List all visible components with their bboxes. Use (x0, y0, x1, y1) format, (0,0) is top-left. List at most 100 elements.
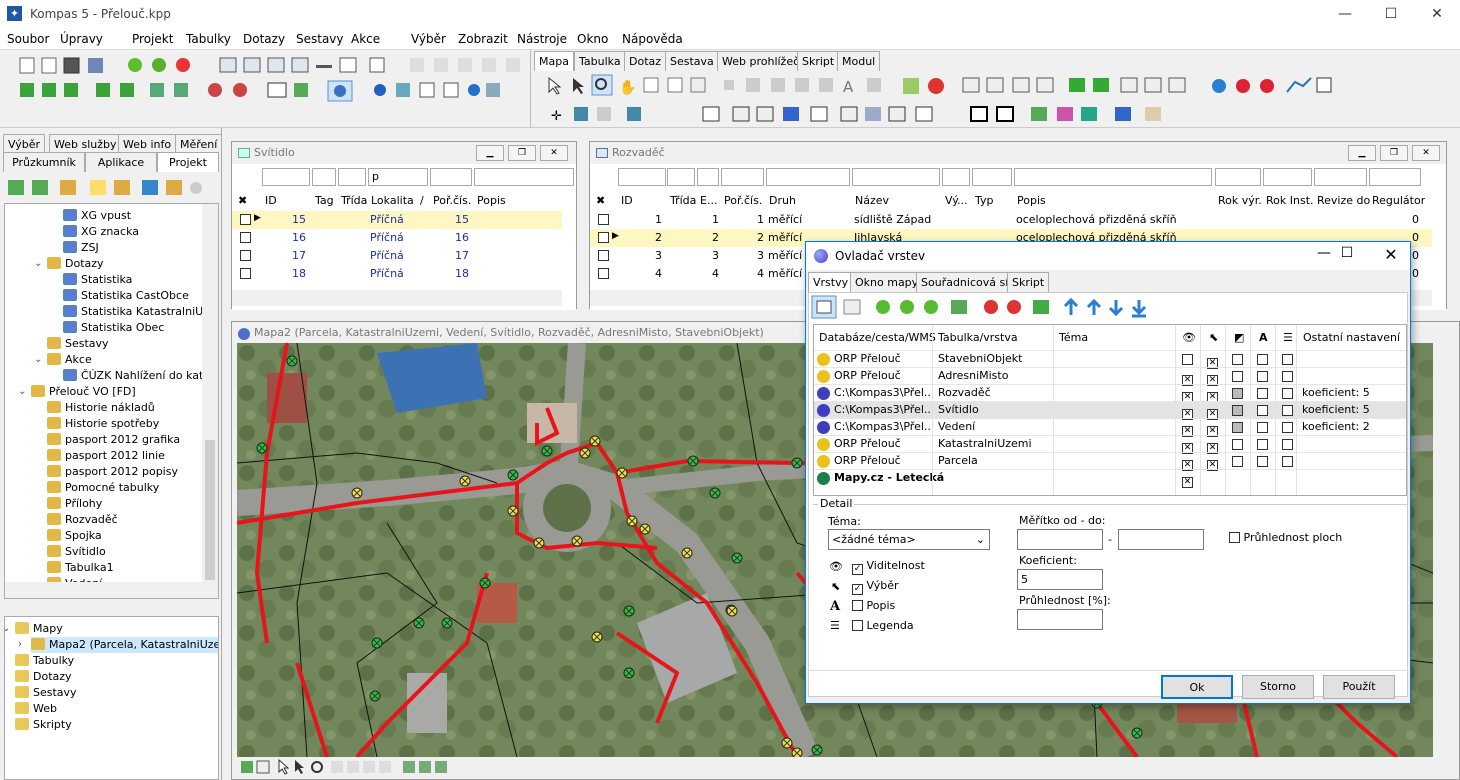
checkbox-unchecked[interactable] (1257, 354, 1268, 365)
filter-box[interactable] (667, 168, 695, 186)
tree-item[interactable]: XG vpust (63, 208, 131, 224)
tree-item[interactable]: ⌄ Dotazy (34, 256, 104, 272)
filter-box[interactable] (697, 168, 719, 186)
layer-row[interactable]: ORP Přelouč Parcela ✕ ✕ (814, 452, 1406, 471)
layers-grid[interactable]: Databáze/cesta/WMS Tabulka/vrstva Téma 👁… (813, 324, 1407, 496)
menu-vyber[interactable]: Výběr (411, 32, 446, 46)
tab-dotaz[interactable]: Dotaz (624, 51, 667, 71)
tab-tabulka[interactable]: Tabulka (574, 51, 626, 71)
checkbox-unchecked[interactable] (1182, 354, 1193, 365)
menu-nastroje[interactable]: Nástroje (517, 32, 567, 46)
menu-sestavy[interactable]: Sestavy (296, 32, 344, 46)
tree-item[interactable]: Svítidlo (47, 544, 106, 560)
tree-item[interactable]: ZSJ (63, 240, 99, 256)
filter-por[interactable] (430, 168, 472, 186)
ok-button[interactable]: Ok (1161, 675, 1233, 699)
menu-napoveda[interactable]: Nápověda (622, 32, 683, 46)
tree-item[interactable]: Web (15, 701, 57, 717)
checkbox-unchecked[interactable] (1232, 371, 1243, 382)
tab-pruzkumnik[interactable]: Průzkumník (3, 152, 85, 172)
row-checkbox[interactable] (598, 250, 609, 261)
header-tag[interactable]: Tag (313, 192, 334, 210)
checkbox-unchecked[interactable] (1257, 456, 1268, 467)
tab-mapa[interactable]: Mapa (534, 51, 574, 71)
layer-toolbar[interactable] (811, 295, 1401, 321)
menu-upravy[interactable]: Úpravy (60, 32, 103, 46)
window-minimize-button[interactable]: ▁ (476, 145, 504, 161)
filter-lokalita[interactable]: p (368, 168, 428, 186)
filter-id[interactable] (262, 168, 310, 186)
tab-okno-mapy[interactable]: Okno mapy (850, 272, 924, 292)
tab-web-info[interactable]: Web info (118, 134, 177, 154)
tab-web-prohlizec[interactable]: Web prohlížeč (717, 51, 805, 71)
chevron-right-icon[interactable]: › (5, 653, 6, 669)
tab-vrstvy[interactable]: Vrstvy (808, 272, 854, 292)
tab-aplikace[interactable]: Aplikace (85, 152, 157, 172)
tab-vyber[interactable]: Výběr (3, 134, 46, 154)
legenda-checkbox[interactable]: Legenda (852, 619, 914, 632)
checkbox-unchecked[interactable] (1282, 439, 1293, 450)
svitidlo-grid[interactable]: p ✖ ID Tag Třída Lokalita / Poř.čís. Pop… (232, 164, 576, 310)
column-header[interactable]: Revize do (1315, 192, 1370, 210)
table-row[interactable]: 17 Příčná 17 (232, 247, 562, 265)
pruhlednost-ploch-checkbox[interactable]: Průhlednost ploch (1229, 531, 1342, 544)
close-button[interactable]: ✕ (1414, 0, 1460, 28)
svitidlo-hscrollbar[interactable] (232, 290, 562, 306)
column-header[interactable]: Třída (668, 192, 696, 210)
tree-item[interactable]: Statistika (63, 272, 132, 288)
tree-item[interactable]: XG znacka (63, 224, 139, 240)
tree-item[interactable]: Statistika KatastralniUze (63, 304, 216, 320)
pouzit-button[interactable]: Použít (1323, 675, 1395, 699)
column-header[interactable]: Rok výr. (1216, 192, 1262, 210)
column-header[interactable]: Poř.čís. (722, 192, 762, 210)
checkbox-unchecked[interactable] (1282, 405, 1293, 416)
tab-modul[interactable]: Modul (837, 51, 881, 71)
map-bottom-icons[interactable] (237, 757, 537, 777)
koeficient-input[interactable]: 5 (1017, 569, 1103, 590)
tree-item[interactable]: ⌄ Akce (34, 352, 92, 368)
filter-box[interactable] (1314, 168, 1367, 186)
column-header[interactable]: Typ (973, 192, 994, 210)
layer-row[interactable]: ORP Přelouč KatastralniUzemi ✕ ✕ (814, 435, 1406, 454)
tree-item[interactable]: › Mapa2 (Parcela, KatastralniUze (18, 637, 218, 653)
tree-item[interactable]: Spojka (47, 528, 102, 544)
column-header[interactable]: Rok Inst. (1264, 192, 1314, 210)
map-bottom-toolbar[interactable] (237, 757, 1433, 777)
filter-box[interactable] (852, 168, 940, 186)
layer-row[interactable]: C:\Kompas3\Přel... Vedení ✕ ✕ koeficient: 2 (814, 418, 1406, 437)
layer-row[interactable]: C:\Kompas3\Přel... Rozvaděč ✕ ✕ koeficient: … (814, 384, 1406, 403)
checkbox-checked[interactable]: ✓ (852, 564, 863, 575)
checkbox-unchecked[interactable] (1232, 439, 1243, 450)
checkbox-unchecked[interactable] (1282, 371, 1293, 382)
tema-select[interactable]: <žádné téma> ⌄ (828, 529, 990, 550)
chevron-right-icon[interactable]: › (18, 637, 22, 653)
filter-trida[interactable] (338, 168, 366, 186)
chevron-down-icon[interactable]: ⌄ (34, 352, 42, 368)
meritko-od-input[interactable] (1017, 529, 1103, 550)
minimize-button[interactable]: — (1322, 0, 1368, 28)
filter-box[interactable] (1014, 168, 1212, 186)
tree-item[interactable]: pasport 2012 grafika (47, 432, 180, 448)
checkbox-unchecked[interactable] (1257, 405, 1268, 416)
map-toolbar-icons[interactable]: ✋ A ✛ (531, 72, 1460, 128)
dialog-close-button[interactable]: ✕ (1381, 245, 1401, 264)
checkbox-unchecked[interactable] (1282, 388, 1293, 399)
chevron-down-icon[interactable]: ⌄ (34, 256, 42, 272)
viditelnost-checkbox[interactable]: ✓ Viditelnost (852, 559, 925, 575)
row-checkbox[interactable] (240, 232, 251, 243)
checkbox-unchecked[interactable] (1257, 422, 1268, 433)
tree-item[interactable]: Tabulka1 (47, 560, 114, 576)
pruhlednost-input[interactable] (1017, 609, 1103, 630)
maximize-button[interactable]: ☐ (1368, 0, 1414, 28)
column-header[interactable]: ID (619, 192, 633, 210)
checkbox-unchecked[interactable] (1232, 354, 1243, 365)
menu-akce[interactable]: Akce (351, 32, 380, 46)
checkbox-unchecked[interactable] (1257, 388, 1268, 399)
row-checkbox[interactable] (598, 214, 609, 225)
tree-scrollbar[interactable] (202, 204, 218, 598)
column-header[interactable]: Vý... (943, 192, 968, 210)
filter-box[interactable] (942, 168, 970, 186)
tree-item[interactable]: Pomocné tabulky (47, 480, 159, 496)
project-tree[interactable]: XG vpust XG znacka ZSJ ⌄ Dotazy Statistika Sta… (4, 203, 219, 599)
table-row[interactable]: 18 Příčná 18 (232, 265, 562, 283)
